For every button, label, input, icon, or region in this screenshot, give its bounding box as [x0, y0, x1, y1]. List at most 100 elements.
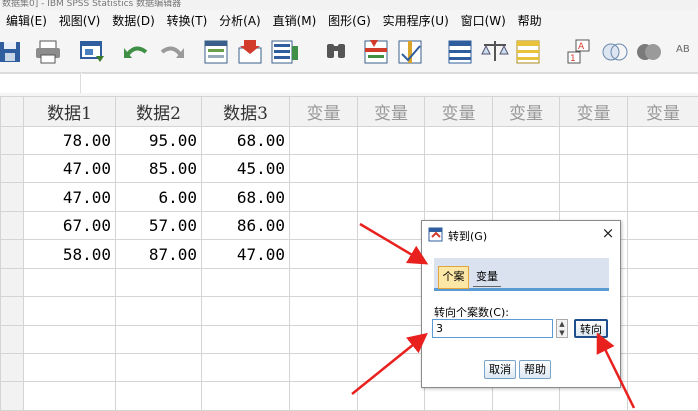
- table-cell[interactable]: [559, 125, 628, 155]
- table-cell[interactable]: 95.00: [115, 125, 202, 155]
- table-cell[interactable]: [559, 182, 628, 212]
- cancel-button[interactable]: 取消: [484, 360, 516, 379]
- goto-button[interactable]: 转向: [574, 319, 608, 338]
- table-cell[interactable]: 6.00: [115, 182, 202, 212]
- table-cell[interactable]: [357, 125, 425, 155]
- goto-variable-icon[interactable]: [236, 38, 266, 66]
- table-cell[interactable]: [357, 324, 425, 355]
- insert-variable-icon[interactable]: [396, 38, 426, 66]
- column-header[interactable]: 数据1: [23, 96, 116, 127]
- table-cell[interactable]: [627, 153, 698, 184]
- column-header[interactable]: 变量: [357, 96, 425, 127]
- table-cell[interactable]: [424, 153, 493, 184]
- use-sets-icon[interactable]: [600, 38, 630, 66]
- table-cell[interactable]: [357, 353, 425, 383]
- table-cell[interactable]: [627, 324, 698, 355]
- table-cell[interactable]: [23, 324, 116, 355]
- table-cell[interactable]: [115, 296, 202, 326]
- table-cell[interactable]: 67.00: [23, 210, 116, 241]
- table-cell[interactable]: [492, 182, 560, 212]
- menu-graphs[interactable]: 图形(G): [328, 10, 371, 32]
- table-cell[interactable]: [289, 182, 358, 212]
- menu-utilities[interactable]: 实用程序(U): [383, 10, 449, 32]
- column-header[interactable]: 变量: [289, 96, 358, 127]
- table-cell[interactable]: [627, 125, 698, 155]
- row-header[interactable]: [0, 381, 24, 411]
- table-cell[interactable]: [357, 267, 425, 298]
- row-header[interactable]: [0, 210, 24, 241]
- table-cell[interactable]: [289, 125, 358, 155]
- help-button[interactable]: 帮助: [519, 360, 551, 379]
- table-cell[interactable]: [357, 153, 425, 184]
- table-cell[interactable]: [357, 210, 425, 241]
- table-cell[interactable]: 47.00: [201, 239, 290, 269]
- print-icon[interactable]: [34, 38, 64, 66]
- table-cell[interactable]: [23, 353, 116, 383]
- variables-icon[interactable]: [270, 38, 300, 66]
- spin-up-icon[interactable]: ▲: [557, 320, 567, 328]
- table-cell[interactable]: [289, 153, 358, 184]
- table-cell[interactable]: 47.00: [23, 153, 116, 184]
- column-header[interactable]: 变量: [627, 96, 698, 127]
- table-cell[interactable]: 68.00: [201, 182, 290, 212]
- undo-icon[interactable]: [122, 38, 152, 66]
- corner-cell[interactable]: [0, 96, 24, 127]
- table-cell[interactable]: [492, 125, 560, 155]
- table-cell[interactable]: 58.00: [23, 239, 116, 269]
- menu-view[interactable]: 视图(V): [59, 10, 101, 32]
- table-cell[interactable]: [627, 267, 698, 298]
- tab-variables[interactable]: 变量: [473, 267, 501, 287]
- table-cell[interactable]: [115, 381, 202, 411]
- case-number-input[interactable]: [432, 319, 553, 338]
- find-icon[interactable]: [322, 38, 352, 66]
- table-cell[interactable]: 87.00: [115, 239, 202, 269]
- weight-cases-icon[interactable]: [480, 38, 510, 66]
- table-cell[interactable]: [627, 353, 698, 383]
- row-header[interactable]: [0, 324, 24, 355]
- table-cell[interactable]: [115, 324, 202, 355]
- table-cell[interactable]: [357, 239, 425, 269]
- table-cell[interactable]: [201, 324, 290, 355]
- row-header[interactable]: [0, 353, 24, 383]
- column-header[interactable]: 数据3: [201, 96, 290, 127]
- table-cell[interactable]: 68.00: [201, 125, 290, 155]
- row-header[interactable]: [0, 125, 24, 155]
- table-cell[interactable]: [559, 153, 628, 184]
- table-cell[interactable]: 78.00: [23, 125, 116, 155]
- redo-icon[interactable]: [158, 38, 188, 66]
- table-cell[interactable]: [23, 296, 116, 326]
- table-cell[interactable]: [357, 182, 425, 212]
- menu-data[interactable]: 数据(D): [112, 10, 155, 32]
- dialog-titlebar[interactable]: 转到(G) ×: [422, 221, 620, 247]
- table-cell[interactable]: [23, 381, 116, 411]
- column-header[interactable]: 变量: [424, 96, 493, 127]
- menu-direct-marketing[interactable]: 直销(M): [273, 10, 317, 32]
- menu-transform[interactable]: 转换(T): [167, 10, 208, 32]
- table-cell[interactable]: [201, 353, 290, 383]
- table-cell[interactable]: 86.00: [201, 210, 290, 241]
- table-cell[interactable]: [115, 267, 202, 298]
- table-cell[interactable]: [201, 267, 290, 298]
- table-cell[interactable]: [289, 324, 358, 355]
- spell-check-icon[interactable]: AB: [672, 38, 698, 66]
- recall-dialog-icon[interactable]: [78, 38, 108, 66]
- case-number-spinner[interactable]: ▲ ▼: [556, 319, 568, 338]
- column-header[interactable]: 变量: [559, 96, 628, 127]
- column-header[interactable]: 数据2: [115, 96, 202, 127]
- row-header[interactable]: [0, 239, 24, 269]
- split-file-icon[interactable]: [446, 38, 476, 66]
- table-cell[interactable]: [492, 153, 560, 184]
- table-cell[interactable]: [424, 125, 493, 155]
- table-cell[interactable]: [289, 381, 358, 411]
- table-cell[interactable]: [424, 182, 493, 212]
- table-cell[interactable]: [289, 239, 358, 269]
- table-cell[interactable]: [289, 210, 358, 241]
- value-labels-icon[interactable]: A1: [566, 38, 596, 66]
- save-icon[interactable]: [0, 38, 30, 66]
- table-cell[interactable]: [115, 353, 202, 383]
- column-header[interactable]: 变量: [492, 96, 560, 127]
- row-header[interactable]: [0, 153, 24, 184]
- table-cell[interactable]: 47.00: [23, 182, 116, 212]
- row-header[interactable]: [0, 296, 24, 326]
- table-cell[interactable]: [627, 239, 698, 269]
